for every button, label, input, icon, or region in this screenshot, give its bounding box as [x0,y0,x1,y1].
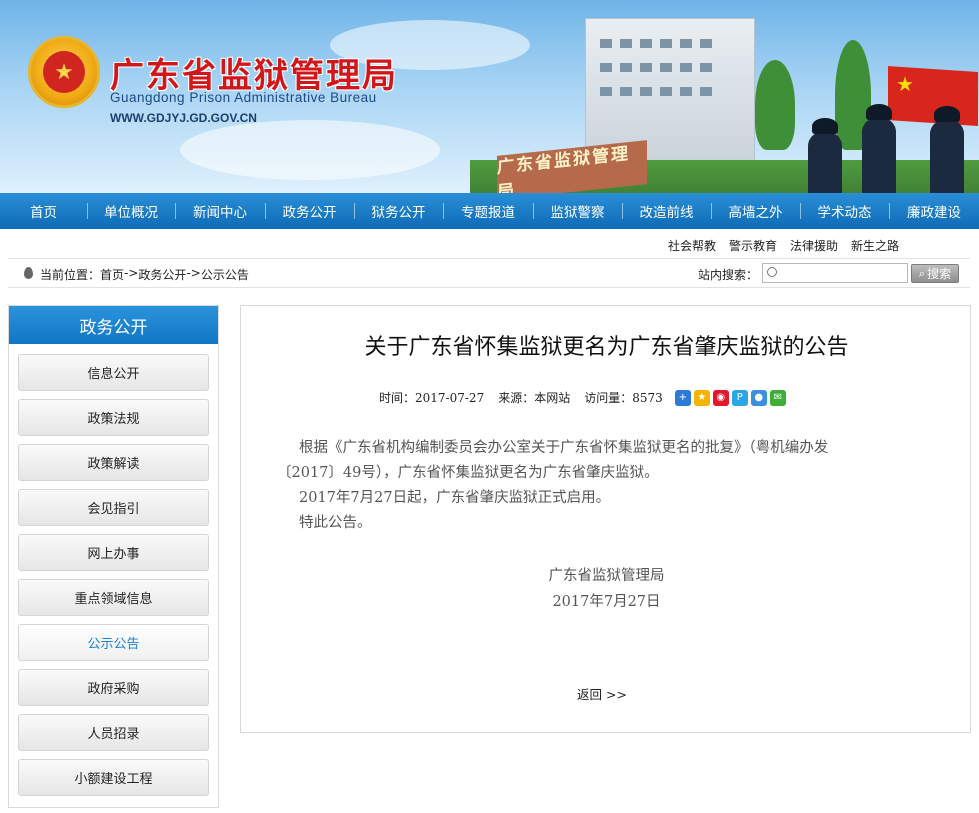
sidebar-item-procurement[interactable]: 政府采购 [18,669,209,706]
sublink-warning-education[interactable]: 警示教育 [729,237,777,254]
cloud-decoration [180,120,440,180]
article-date: 2017年7月27日 [552,594,661,610]
honor-guard [862,104,896,193]
share-bar: + ★ ◉ P ● ✉ [674,389,786,406]
breadcrumb-home[interactable]: 首页 [100,266,124,283]
sublink-new-life[interactable]: 新生之路 [851,237,899,254]
sub-links: 社会帮教 警示教育 法律援助 新生之路 [668,237,899,254]
nav-item-prison-affairs[interactable]: 狱务公开 [354,193,443,229]
sublink-social-help[interactable]: 社会帮教 [668,237,716,254]
site-subtitle: Guangdong Prison Administrative Bureau [110,90,377,105]
article-paragraph: 根据《广东省机构编制委员会办公室关于广东省怀集监狱更名的批复》（粤机编办发 [299,440,829,456]
search-icon: ⌕ [918,266,926,280]
sidebar-item-recruitment[interactable]: 人员招录 [18,714,209,751]
palm-tree [755,60,795,150]
article-panel: 关于广东省怀集监狱更名为广东省肇庆监狱的公告 时间： 2017-07-27 来源… [240,305,971,733]
nav-item-reform-front[interactable]: 改造前线 [622,193,711,229]
meta-views: 8573 [632,390,663,405]
police-emblem-icon: ★ [28,36,100,108]
breadcrumb: 当前位置： 首页 -> 政务公开 -> 公示公告 [40,266,249,283]
weibo-share-icon[interactable]: ◉ [712,389,729,406]
sidebar-item-policies[interactable]: 政策法规 [18,399,209,436]
honor-guard [808,118,842,193]
meta-source-label: 来源： [498,391,535,405]
tencent-weibo-share-icon[interactable]: P [731,389,748,406]
back-link[interactable]: 返回 >> [577,684,627,703]
search-button-label: 搜索 [927,267,952,281]
search-button[interactable]: ⌕ 搜索 [911,264,959,283]
article-title: 关于广东省怀集监狱更名为广东省肇庆监狱的公告 [364,335,849,360]
article-meta: 时间： 2017-07-27 来源： 本网站 访问量： 8573 + ★ ◉ P… [379,389,786,406]
nav-item-gov-affairs[interactable]: 政务公开 [265,193,354,229]
qzone-share-icon[interactable]: ★ [693,389,710,406]
nav-item-special-reports[interactable]: 专题报道 [443,193,533,229]
sidebar-item-info-disclosure[interactable]: 信息公开 [18,354,209,391]
breadcrumb-bar: 当前位置： 首页 -> 政务公开 -> 公示公告 站内搜索： ⌕ 搜索 [8,258,970,288]
search-icon [767,267,777,277]
sidebar-item-small-projects[interactable]: 小额建设工程 [18,759,209,796]
sidebar-list: 信息公开 政策法规 政策解读 会见指引 网上办事 重点领域信息 公示公告 政府采… [9,344,218,796]
sublink-legal-aid[interactable]: 法律援助 [790,237,838,254]
meta-views-label: 访问量： [584,391,633,405]
article-paragraph: 〔2017〕49号），广东省怀集监狱更名为广东省肇庆监狱。 [277,465,659,481]
wechat-share-icon[interactable]: ✉ [769,389,786,406]
breadcrumb-current[interactable]: 公示公告 [201,266,249,283]
sidebar-item-key-areas[interactable]: 重点领域信息 [18,579,209,616]
sidebar-item-announcements[interactable]: 公示公告 [18,624,209,661]
location-pin-icon [24,267,33,279]
nav-item-integrity[interactable]: 廉政建设 [889,193,979,229]
qq-share-icon[interactable]: ● [750,389,767,406]
nav-item-home[interactable]: 首页 [0,193,87,229]
sidebar-item-visit-guide[interactable]: 会见指引 [18,489,209,526]
site-url: WWW.GDJYJ.GD.GOV.CN [110,111,257,125]
honor-guard [930,106,964,193]
sidebar-item-policy-interpretation[interactable]: 政策解读 [18,444,209,481]
article-paragraph: 特此公告。 [299,515,372,531]
breadcrumb-separator: -> [124,266,139,280]
article-signature: 广东省监狱管理局 [548,568,665,584]
meta-source: 本网站 [534,391,571,405]
header-banner: 广东省监狱管理局 ★ ★ 广东省监狱管理局 Guangdong Prison A… [0,0,979,193]
search-input[interactable] [762,263,908,283]
nav-item-news[interactable]: 新闻中心 [175,193,265,229]
sidebar: 政务公开 信息公开 政策法规 政策解读 会见指引 网上办事 重点领域信息 公示公… [8,305,219,808]
sidebar-title: 政务公开 [9,306,218,344]
article-body: 根据《广东省机构编制委员会办公室关于广东省怀集监狱更名的批复》（粤机编办发 〔2… [277,436,937,536]
search-label: 站内搜索： [698,268,759,282]
sidebar-item-online-services[interactable]: 网上办事 [18,534,209,571]
nav-item-beyond-walls[interactable]: 高墙之外 [711,193,800,229]
meta-time-label: 时间： [379,391,416,405]
breadcrumb-label: 当前位置： [40,268,101,282]
nav-item-overview[interactable]: 单位概况 [87,193,175,229]
breadcrumb-separator: -> [186,266,201,280]
plus-share-icon[interactable]: + [674,389,691,406]
breadcrumb-section[interactable]: 政务公开 [138,266,186,283]
flag-image: ★ [888,66,978,126]
main-nav: 首页 单位概况 新闻中心 政务公开 狱务公开 专题报道 监狱警察 改造前线 高墙… [0,193,979,229]
nav-item-prison-police[interactable]: 监狱警察 [533,193,622,229]
article-paragraph: 2017年7月27日起，广东省肇庆监狱正式启用。 [299,490,611,506]
nav-item-academic[interactable]: 学术动态 [800,193,889,229]
star-icon: ★ [896,72,914,96]
wall-sign: 广东省监狱管理局 [497,140,647,193]
meta-time: 2017-07-27 [415,390,485,405]
